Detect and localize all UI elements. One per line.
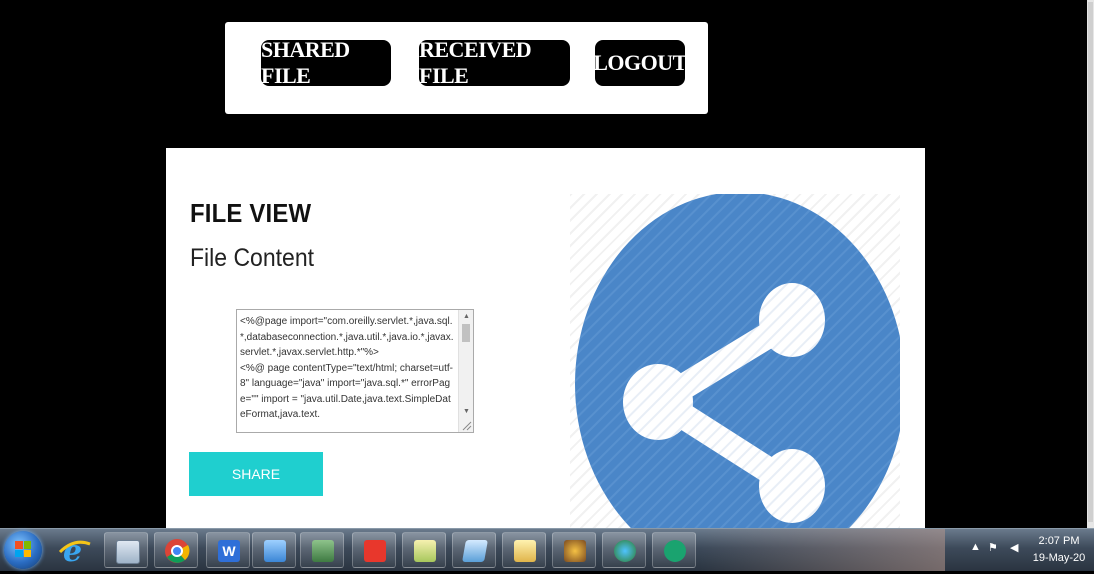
textarea-scrollbar[interactable]: ▲ ▼ bbox=[458, 310, 473, 432]
logout-button[interactable]: LOGOUT bbox=[593, 40, 687, 86]
file-content-heading: File Content bbox=[190, 244, 315, 272]
file-view-card: FILE VIEW File Content <%@page import="c… bbox=[166, 148, 925, 528]
top-nav: SHARED FILE RECEIVED FILE LOGOUT bbox=[225, 22, 708, 114]
file-content-textarea[interactable]: <%@page import="com.oreilly.servlet.*,ja… bbox=[236, 309, 474, 433]
tablet-icon[interactable] bbox=[452, 532, 496, 568]
calculator-icon[interactable] bbox=[104, 532, 148, 568]
file-explorer-icon[interactable] bbox=[502, 532, 546, 568]
action-center-flag-icon[interactable]: ⚑ bbox=[988, 541, 998, 554]
clock[interactable]: 2:07 PM 19-May-20 bbox=[1027, 533, 1091, 567]
page-scrollbar-thumb[interactable] bbox=[1088, 2, 1093, 522]
control-panel-icon[interactable] bbox=[252, 532, 296, 568]
wps-writer-icon[interactable]: W bbox=[206, 532, 250, 568]
shield-icon[interactable] bbox=[652, 532, 696, 568]
network-icon[interactable] bbox=[300, 532, 344, 568]
bluetooth-icon[interactable] bbox=[602, 532, 646, 568]
file-content-text: <%@page import="com.oreilly.servlet.*,ja… bbox=[240, 316, 454, 420]
chrome-icon[interactable] bbox=[154, 532, 198, 568]
clock-time: 2:07 PM bbox=[1038, 535, 1080, 547]
share-illustration bbox=[570, 192, 905, 528]
java-ee-icon[interactable] bbox=[552, 532, 596, 568]
tray-expand-icon[interactable]: ▲ bbox=[970, 541, 981, 553]
page-title: FILE VIEW bbox=[190, 198, 312, 228]
shared-file-button[interactable]: SHARED FILE bbox=[261, 37, 391, 88]
internet-explorer-icon[interactable]: e bbox=[52, 532, 96, 569]
anydesk-icon[interactable] bbox=[352, 532, 396, 568]
volume-icon[interactable]: ◀ bbox=[1010, 541, 1018, 554]
share-button[interactable]: SHARE bbox=[189, 452, 323, 496]
scroll-up-icon[interactable]: ▲ bbox=[459, 310, 474, 323]
received-file-button[interactable]: RECEIVED FILE bbox=[419, 37, 570, 88]
windows-start-icon[interactable] bbox=[4, 531, 42, 569]
resize-grip-icon[interactable] bbox=[460, 419, 472, 431]
scroll-down-icon[interactable]: ▼ bbox=[459, 405, 474, 418]
svg-text:e: e bbox=[63, 534, 82, 568]
scroll-thumb[interactable] bbox=[462, 324, 470, 342]
taskbar: e W ▲ ⚑ ◀ 2:07 PM 19-May-20 bbox=[0, 528, 1094, 571]
notepad-icon[interactable] bbox=[402, 532, 446, 568]
page-scrollbar[interactable] bbox=[1087, 0, 1094, 528]
clock-date: 19-May-20 bbox=[1032, 552, 1086, 564]
share-icon bbox=[575, 192, 905, 528]
